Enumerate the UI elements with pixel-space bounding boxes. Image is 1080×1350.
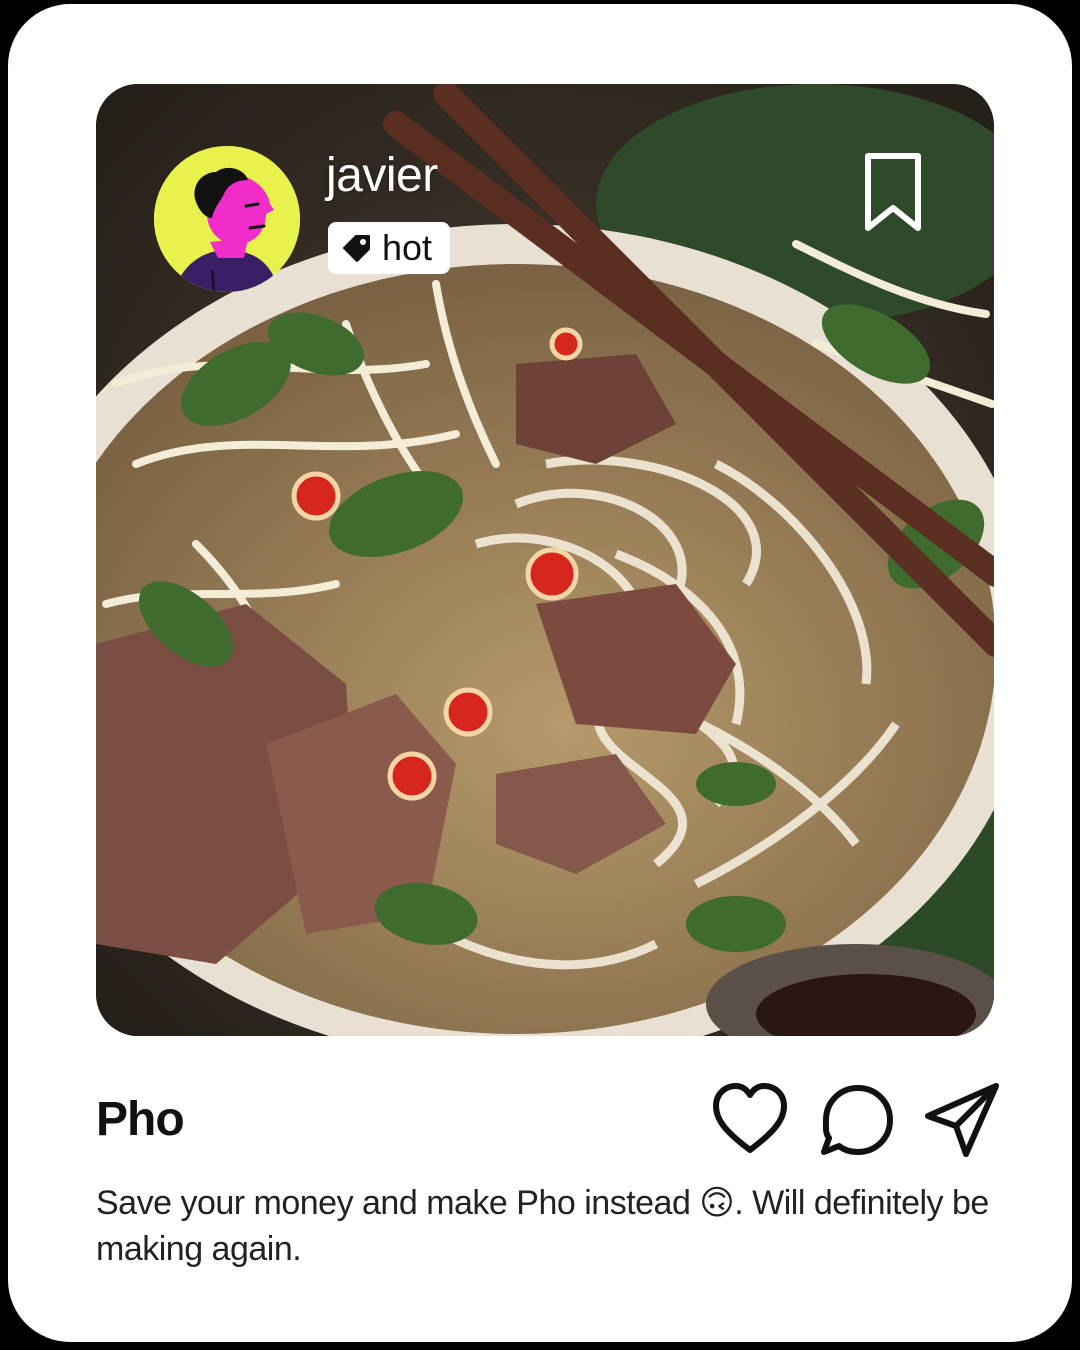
bookmark-icon [865, 153, 921, 231]
tag-label: hot [382, 227, 433, 268]
send-icon [925, 1083, 999, 1157]
comment-icon [821, 1085, 893, 1155]
comment-button[interactable] [818, 1080, 898, 1160]
tag-icon [343, 235, 370, 262]
post-card: javier hot Pho Save your money and make … [8, 4, 1072, 1342]
heart-icon [713, 1083, 787, 1153]
post-caption: Save your money and make Pho instead 🙃. … [96, 1184, 989, 1268]
post-tag[interactable]: hot [328, 222, 451, 274]
share-button[interactable] [922, 1080, 1002, 1160]
post-title: Pho [96, 1093, 185, 1146]
post-photo[interactable]: javier hot [96, 84, 994, 1036]
username[interactable]: javier [326, 148, 438, 203]
user-avatar[interactable] [154, 146, 300, 292]
like-button[interactable] [710, 1080, 790, 1160]
post-actions [708, 1080, 1004, 1160]
bookmark-button[interactable] [860, 148, 926, 236]
